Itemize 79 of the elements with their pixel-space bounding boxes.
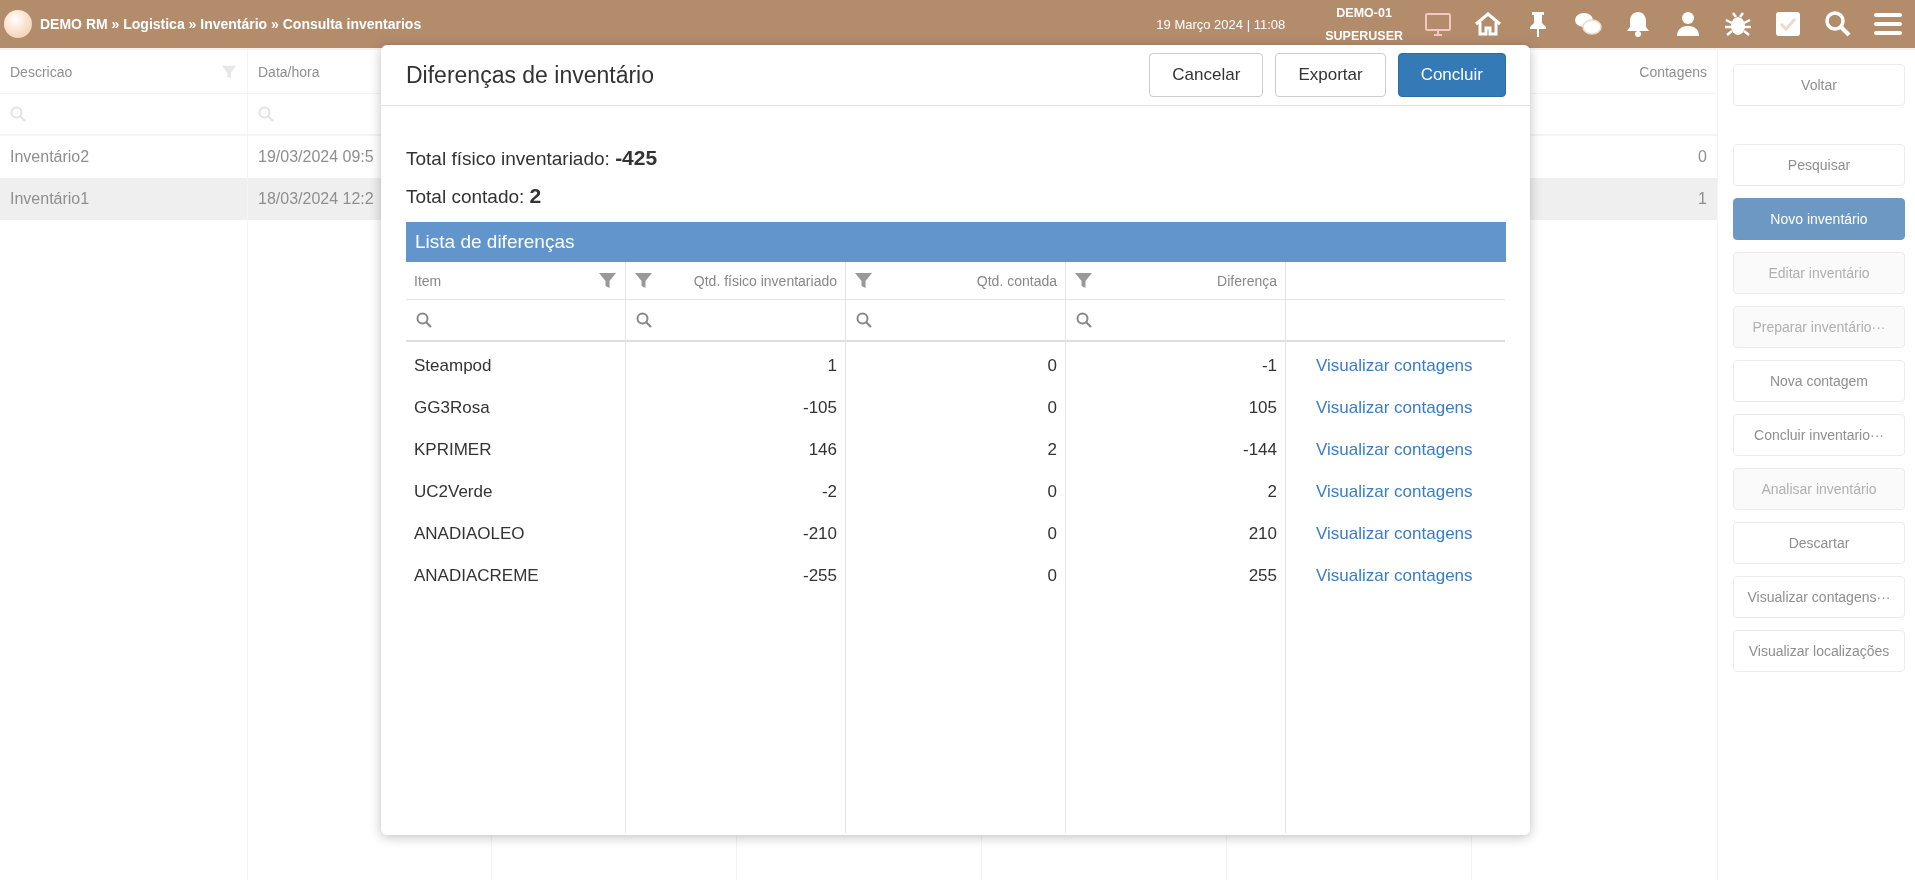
filter-icon[interactable] xyxy=(1074,272,1093,289)
filter-icon[interactable] xyxy=(634,272,653,289)
date-time: 19 Março 2024 | 11:08 xyxy=(1156,16,1286,32)
confirm-button[interactable]: Concluir xyxy=(1397,53,1506,97)
search-icon[interactable] xyxy=(1823,9,1853,39)
column-header[interactable]: Qtd. contada xyxy=(846,262,1066,300)
dialog-button[interactable]: Cancelar xyxy=(1149,53,1264,97)
table-cell: 2 xyxy=(1066,468,1286,510)
table-cell: 19/03/2024 09:5 xyxy=(258,148,374,166)
view-counts-link[interactable]: Visualizar contagens xyxy=(1316,440,1473,460)
table-cell: 0 xyxy=(1698,148,1707,166)
search-icon xyxy=(856,312,872,328)
view-counts-link[interactable]: Visualizar contagens xyxy=(1316,482,1473,502)
company-name: DEMO-01 xyxy=(1336,5,1392,20)
table-cell: -2 xyxy=(626,468,846,510)
dialog-title: Diferenças de inventário xyxy=(406,61,656,89)
table-cell: 18/03/2024 12:2 xyxy=(258,190,374,208)
filter-icon[interactable] xyxy=(854,272,873,289)
table-cell: GG3Rosa xyxy=(406,384,626,426)
action-button[interactable]: Novo inventário xyxy=(1733,198,1905,240)
column-header[interactable]: Diferença xyxy=(1066,262,1286,300)
search-icon xyxy=(1076,312,1092,328)
table-cell: ANADIACREME xyxy=(406,552,626,594)
action-button[interactable]: Pesquisar xyxy=(1733,144,1905,186)
search-field[interactable] xyxy=(406,300,626,342)
search-field[interactable] xyxy=(0,94,248,136)
search-field[interactable] xyxy=(846,300,1066,342)
table-cell: 146 xyxy=(626,426,846,468)
table-cell: -210 xyxy=(626,510,846,552)
dialog-button[interactable]: Exportar xyxy=(1275,53,1386,97)
action-button[interactable]: Nova contagem xyxy=(1733,360,1905,402)
checkbox-icon[interactable] xyxy=(1773,9,1803,39)
action-button[interactable]: Visualizar contagens··· xyxy=(1733,576,1905,618)
table-cell: 1 xyxy=(1698,190,1707,208)
action-button[interactable]: Descartar xyxy=(1733,522,1905,564)
column-header[interactable]: Qtd. físico inventariado xyxy=(626,262,846,300)
column-header: Contagens xyxy=(1639,63,1707,80)
breadcrumb: DEMO RM » Logistica » Inventário » Consulta inventarios xyxy=(40,16,422,32)
table-cell: 0 xyxy=(846,468,1066,510)
table-cell: -1 xyxy=(1066,342,1286,384)
table-cell: Steampod xyxy=(406,342,626,384)
table-cell: -144 xyxy=(1066,426,1286,468)
view-counts-link[interactable]: Visualizar contagens xyxy=(1316,566,1473,586)
table-cell: -255 xyxy=(626,552,846,594)
view-counts-link[interactable]: Visualizar contagens xyxy=(1316,524,1473,544)
action-button[interactable]: Visualizar localizações xyxy=(1733,630,1905,672)
view-counts-link[interactable]: Visualizar contagens xyxy=(1316,398,1473,418)
column-header: Descricao xyxy=(10,63,73,80)
table-cell: 0 xyxy=(846,342,1066,384)
action-button[interactable]: Voltar xyxy=(1733,64,1905,106)
table-cell: 105 xyxy=(1066,384,1286,426)
user-name: SUPERUSER xyxy=(1325,28,1403,43)
view-counts-link[interactable]: Visualizar contagens xyxy=(1316,356,1473,376)
search-icon xyxy=(416,312,432,328)
table-cell: 0 xyxy=(846,384,1066,426)
column-header: Data/hora xyxy=(258,63,320,80)
search-field[interactable] xyxy=(626,300,846,342)
total-text: Total físico inventariado: -425 xyxy=(406,146,659,170)
total-text: Total contado: 2 xyxy=(406,184,543,208)
table-cell: Inventário1 xyxy=(10,190,90,208)
home-icon[interactable] xyxy=(1473,9,1503,39)
table-cell: Inventário2 xyxy=(10,148,90,166)
search-icon xyxy=(636,312,652,328)
filter-icon[interactable] xyxy=(598,272,617,289)
logo-icon xyxy=(4,10,32,38)
table-cell: KPRIMER xyxy=(406,426,626,468)
table-cell: 1 xyxy=(626,342,846,384)
table-cell: 255 xyxy=(1066,552,1286,594)
action-button[interactable]: Concluir inventario··· xyxy=(1733,414,1905,456)
search-field[interactable] xyxy=(1066,300,1286,342)
table-cell: 0 xyxy=(846,510,1066,552)
table-cell: UC2Verde xyxy=(406,468,626,510)
table-cell: -105 xyxy=(626,384,846,426)
list-title-bar: Lista de diferenças xyxy=(406,222,1506,262)
table-cell: ANADIAOLEO xyxy=(406,510,626,552)
column-header[interactable]: Item xyxy=(406,262,626,300)
table-cell: 0 xyxy=(846,552,1066,594)
table-cell: 210 xyxy=(1066,510,1286,552)
table-cell: 2 xyxy=(846,426,1066,468)
